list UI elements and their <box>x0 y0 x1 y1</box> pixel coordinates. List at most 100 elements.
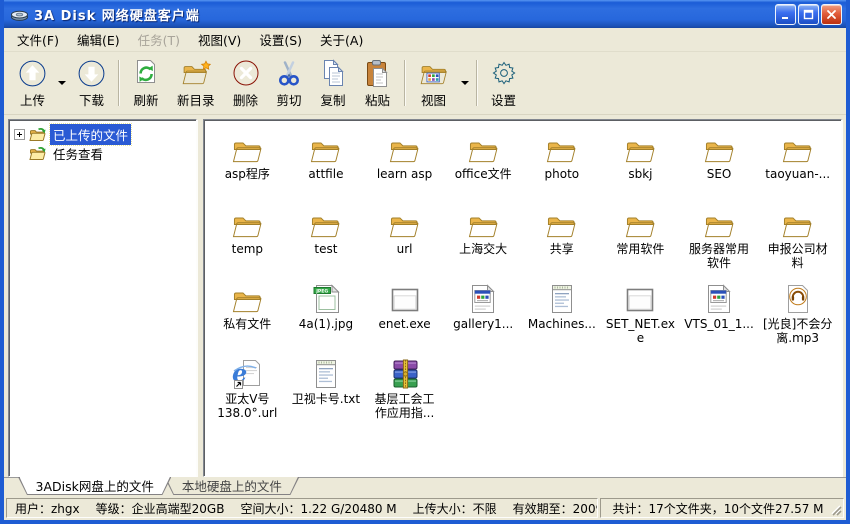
toolbar-button-label: 视图 <box>421 90 446 109</box>
titlebar[interactable]: 3A Disk 网络硬盘客户端 <box>4 0 846 28</box>
close-button[interactable] <box>821 4 842 25</box>
file-item[interactable]: taoyuan-... <box>758 128 837 203</box>
file-item[interactable]: 上海交大 <box>444 203 523 278</box>
file-item[interactable]: enet.exe <box>365 278 444 353</box>
file-icon <box>309 203 342 240</box>
menu-view[interactable]: 视图(V) <box>189 27 250 52</box>
menu-bar: 文件(F)编辑(E)任务(T)视图(V)设置(S)关于(A) <box>4 28 846 52</box>
file-icon <box>549 278 575 315</box>
file-item[interactable]: photo <box>523 128 602 203</box>
download-button[interactable]: 下载 <box>69 55 114 112</box>
app-window: 3A Disk 网络硬盘客户端 文件(F)编辑(E)任务(T)视图(V)设置(S… <box>0 0 850 524</box>
file-icon: e <box>232 353 263 390</box>
file-name: gallery1... <box>453 318 513 332</box>
file-item[interactable]: learn asp <box>365 128 444 203</box>
view-button[interactable]: 视图 <box>410 55 458 112</box>
maximize-button[interactable] <box>798 4 819 25</box>
menu-file[interactable]: 文件(F) <box>8 27 68 52</box>
file-item[interactable]: url <box>365 203 444 278</box>
file-item[interactable]: 私有文件 <box>208 278 287 353</box>
file-item[interactable]: JPEG 4a(1).jpg <box>287 278 366 353</box>
menu-about[interactable]: 关于(A) <box>311 27 372 52</box>
toolbar-group: 下载 <box>69 55 114 112</box>
file-name: 4a(1).jpg <box>299 318 353 332</box>
toolbar-icon <box>365 58 391 89</box>
upload-button[interactable]: 上传 <box>10 55 55 112</box>
delete-button[interactable]: 删除 <box>224 55 268 112</box>
file-icon <box>313 353 339 390</box>
file-icon <box>781 203 814 240</box>
tree-item-uploaded-files[interactable]: 已上传的文件 <box>11 125 194 144</box>
file-icon <box>624 278 656 315</box>
file-item[interactable]: SEO <box>680 128 759 203</box>
file-icon <box>469 278 497 315</box>
file-item[interactable]: gallery1... <box>444 278 523 353</box>
file-name: attfile <box>308 168 343 182</box>
status-upload-limit: 上传大小：不限 <box>413 500 497 517</box>
new-folder-button[interactable]: 新目录 <box>168 55 224 112</box>
file-name: SEO <box>707 168 732 182</box>
file-icon <box>388 203 421 240</box>
status-total-field: 共计：17个文件夹，10个文件27.57 M <box>600 498 844 518</box>
dropdown-caret-icon[interactable] <box>461 81 469 85</box>
file-item[interactable]: [光良]不会分离.mp3 <box>758 278 837 353</box>
cut-button[interactable]: 剪切 <box>268 55 311 112</box>
file-name: 卫视卡号.txt <box>292 393 360 407</box>
file-item[interactable]: 申报公司材料 <box>758 203 837 278</box>
toolbar-group: 粘贴 <box>356 55 400 112</box>
tab-label: 3ADisk网盘上的文件 <box>20 477 170 494</box>
minimize-button[interactable] <box>775 4 796 25</box>
file-item[interactable]: 卫视卡号.txt <box>287 353 366 428</box>
menu-task[interactable]: 任务(T) <box>129 27 189 52</box>
file-item[interactable]: Machines... <box>523 278 602 353</box>
settings-button[interactable]: 设置 <box>482 55 526 112</box>
file-item[interactable]: VTS_01_1... <box>680 278 759 353</box>
file-item[interactable]: 共享 <box>523 203 602 278</box>
toolbar-button-label: 设置 <box>491 90 516 109</box>
file-name: 申报公司材料 <box>763 243 833 271</box>
file-name: temp <box>232 243 263 257</box>
paste-button[interactable]: 粘贴 <box>356 55 400 112</box>
file-name: asp程序 <box>225 168 270 182</box>
toolbar-icon <box>233 58 259 89</box>
app-disk-icon <box>10 6 29 22</box>
dropdown-caret-icon[interactable] <box>58 81 66 85</box>
file-icon <box>703 128 736 165</box>
file-item[interactable]: attfile <box>287 128 366 203</box>
toolbar-button-label: 剪切 <box>277 90 302 109</box>
file-item[interactable]: test <box>287 203 366 278</box>
menu-settings[interactable]: 设置(S) <box>250 27 311 52</box>
tab-netdisk-files[interactable]: 3ADisk网盘上的文件 <box>18 477 171 495</box>
file-item[interactable]: e 亚太V号 138.0°.url <box>208 353 287 428</box>
file-item[interactable]: SET_NET.exe <box>601 278 680 353</box>
content-area: 已上传的文件 任务查看 asp程序 attfile learn asp <box>4 115 846 477</box>
file-item[interactable]: 服务器常用软件 <box>680 203 759 278</box>
tree-item-label: 任务查看 <box>50 143 106 164</box>
file-name: test <box>314 243 337 257</box>
file-item[interactable]: office文件 <box>444 128 523 203</box>
folder-tree-panel[interactable]: 已上传的文件 任务查看 <box>8 119 197 477</box>
file-item[interactable]: 基层工会工作应用指... <box>365 353 444 428</box>
toolbar-group: 删除 <box>224 55 268 112</box>
file-icon: JPEG <box>311 278 341 315</box>
menu-edit[interactable]: 编辑(E) <box>68 27 129 52</box>
file-icon <box>467 203 500 240</box>
resize-grip[interactable] <box>829 503 842 516</box>
file-icon <box>624 203 657 240</box>
file-name: taoyuan-... <box>765 168 830 182</box>
file-item[interactable]: 常用软件 <box>601 203 680 278</box>
file-item[interactable]: sbkj <box>601 128 680 203</box>
tab-local-files[interactable]: 本地硬盘上的文件 <box>164 477 299 495</box>
file-name: 上海交大 <box>459 243 507 257</box>
file-item[interactable]: asp程序 <box>208 128 287 203</box>
file-icon <box>309 128 342 165</box>
copy-button[interactable]: 复制 <box>311 55 356 112</box>
tree-item-task-view[interactable]: 任务查看 <box>11 144 194 163</box>
file-list-panel[interactable]: asp程序 attfile learn asp office文件 photo <box>203 119 842 477</box>
tree-expand-icon[interactable] <box>14 129 25 140</box>
file-item[interactable]: temp <box>208 203 287 278</box>
toolbar-separator <box>118 60 120 106</box>
refresh-button[interactable]: 刷新 <box>124 55 168 112</box>
toolbar-button-label: 删除 <box>233 90 258 109</box>
toolbar-group: 复制 <box>311 55 356 112</box>
